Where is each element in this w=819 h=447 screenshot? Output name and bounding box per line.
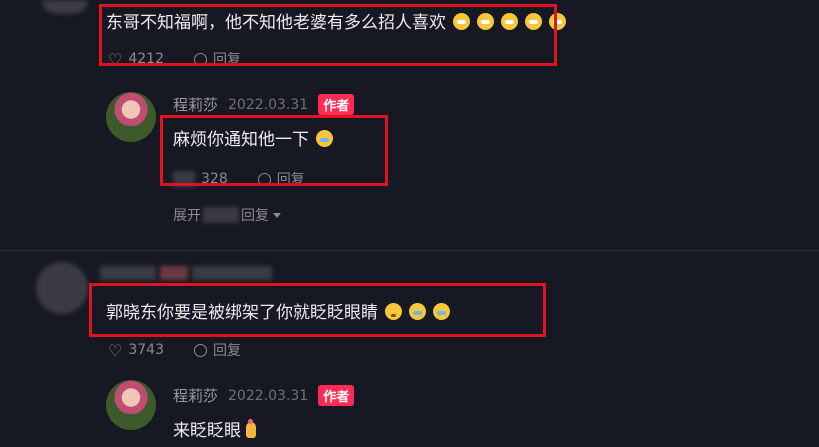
highlight-box xyxy=(99,4,557,66)
author-name[interactable]: 程莉莎 xyxy=(173,94,218,115)
chevron-down-icon xyxy=(273,212,281,218)
expand-prefix: 展开 xyxy=(173,208,201,224)
commenter-meta-blurred xyxy=(192,266,272,280)
expand-replies[interactable]: 展开 回复 xyxy=(173,205,281,225)
commenter-avatar-top[interactable] xyxy=(42,0,88,14)
divider xyxy=(0,250,819,251)
author-badge: 作者 xyxy=(318,385,355,406)
commenter-name-blurred[interactable] xyxy=(100,266,156,280)
reply-header: 程莉莎 2022.03.31 作者 xyxy=(173,94,355,115)
author-avatar[interactable] xyxy=(106,92,156,142)
reply-date: 2022.03.31 xyxy=(228,387,309,404)
expand-suffix: 回复 xyxy=(241,208,269,224)
author-name[interactable]: 程莉莎 xyxy=(173,385,218,406)
author-avatar[interactable] xyxy=(106,380,156,430)
like-heart-icon[interactable] xyxy=(108,341,122,360)
reply-link[interactable]: 回复 xyxy=(213,340,241,360)
reply-bubble-icon[interactable] xyxy=(193,343,207,357)
highlight-box xyxy=(160,115,388,186)
comment-actions: 3743 回复 xyxy=(108,340,241,360)
author-badge: 作者 xyxy=(318,94,355,115)
reply-date: 2022.03.31 xyxy=(228,96,309,113)
commenter-meta-blurred xyxy=(160,266,188,280)
reply-header: 程莉莎 2022.03.31 作者 xyxy=(173,385,355,406)
reply-text: 来眨眨眼 xyxy=(173,416,256,441)
wink-hand-emoji-icon xyxy=(246,419,256,438)
blurred-count xyxy=(203,207,239,223)
like-count: 3743 xyxy=(128,342,164,358)
commenter-avatar[interactable] xyxy=(36,262,88,314)
highlight-box xyxy=(89,283,546,337)
